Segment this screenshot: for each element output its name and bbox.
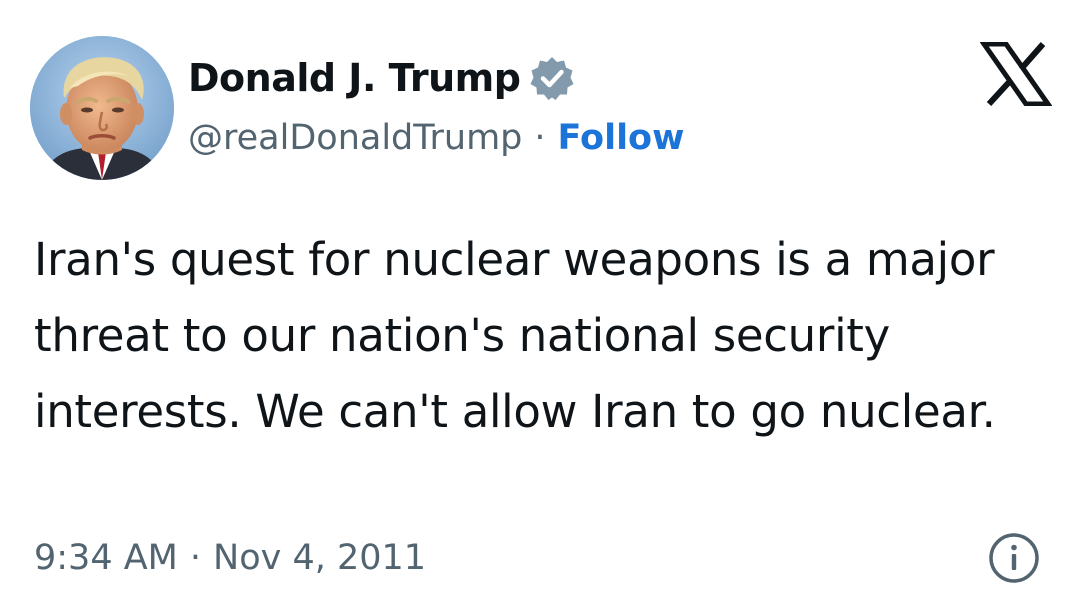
tweet-timestamp[interactable]: 9:34 AM · Nov 4, 2011 bbox=[34, 530, 426, 586]
timestamp-separator: · bbox=[189, 538, 202, 578]
avatar[interactable] bbox=[30, 36, 174, 180]
tweet-text: Iran's quest for nuclear weapons is a ma… bbox=[34, 233, 996, 438]
author-handle[interactable]: @realDonaldTrump bbox=[188, 118, 522, 158]
x-logo-icon[interactable] bbox=[979, 41, 1053, 107]
tweet-time: 9:34 AM bbox=[34, 538, 178, 578]
info-icon[interactable] bbox=[986, 530, 1042, 586]
profile-photo bbox=[30, 36, 174, 180]
handle-separator: · bbox=[534, 118, 546, 158]
follow-button[interactable]: Follow bbox=[558, 118, 685, 158]
display-name[interactable]: Donald J. Trump bbox=[188, 56, 521, 100]
tweet-date: Nov 4, 2011 bbox=[213, 538, 427, 578]
verified-badge-icon bbox=[528, 54, 576, 102]
author-handle-row: @realDonaldTrump · Follow bbox=[188, 112, 684, 164]
author-name-row: Donald J. Trump bbox=[188, 50, 576, 106]
